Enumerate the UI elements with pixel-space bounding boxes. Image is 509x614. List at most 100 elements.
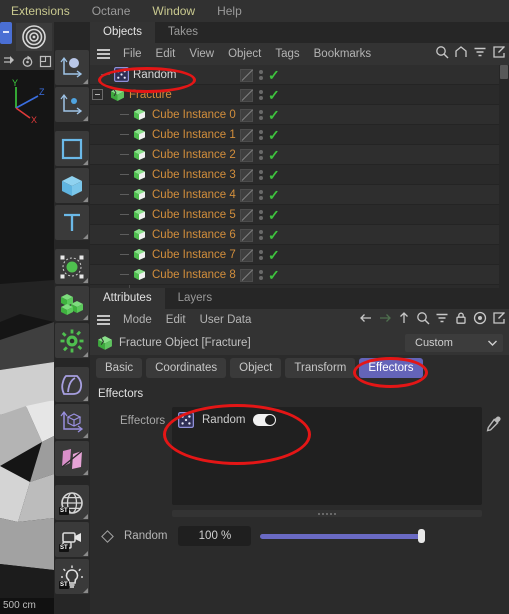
tab-transform[interactable]: Transform	[285, 357, 356, 378]
visibility-dots[interactable]	[258, 150, 263, 160]
enable-check-icon[interactable]: ✓	[268, 208, 280, 222]
target-icon[interactable]	[16, 23, 52, 51]
visibility-dots[interactable]	[258, 230, 263, 240]
menu-window[interactable]: Window	[141, 0, 206, 22]
record-icon[interactable]	[473, 311, 487, 330]
enable-check-icon[interactable]: ✓	[268, 68, 280, 82]
scale-tool-icon[interactable]	[36, 52, 54, 70]
table-row[interactable]: Cube Instance 5 ✓	[90, 205, 509, 225]
search-icon[interactable]	[416, 311, 430, 330]
objects-menu-view[interactable]: View	[182, 43, 221, 65]
visibility-dots[interactable]	[258, 190, 263, 200]
table-row[interactable]: Fracture ✓	[90, 85, 509, 105]
tool-deformer[interactable]	[55, 249, 89, 284]
visibility-dots[interactable]	[258, 90, 263, 100]
visibility-dots[interactable]	[258, 70, 263, 80]
layout-select[interactable]: Custom	[405, 334, 503, 352]
tag-icon[interactable]	[240, 268, 253, 282]
move-tool-icon[interactable]	[0, 52, 18, 70]
tool-spline-primitive[interactable]	[55, 131, 89, 166]
table-row[interactable]: Cube Instance 3 ✓	[90, 165, 509, 185]
tab-coordinates[interactable]: Coordinates	[146, 357, 227, 378]
menu-octane[interactable]: Octane	[81, 0, 142, 22]
back-arrow-icon[interactable]	[359, 311, 373, 330]
tag-icon[interactable]	[240, 108, 253, 122]
enable-check-icon[interactable]: ✓	[268, 128, 280, 142]
tab-object[interactable]: Object	[230, 357, 282, 378]
slider-handle[interactable]	[418, 529, 426, 543]
table-row[interactable]: Cube Instance 2 ✓	[90, 145, 509, 165]
visibility-dots[interactable]	[258, 110, 263, 120]
list-item[interactable]: Random	[172, 407, 482, 429]
objects-menu-file[interactable]: File	[116, 43, 149, 65]
objects-menu-object[interactable]: Object	[221, 43, 268, 65]
enable-check-icon[interactable]: ✓	[268, 168, 280, 182]
tag-icon[interactable]	[240, 168, 253, 182]
enable-check-icon[interactable]: ✓	[268, 228, 280, 242]
tab-effectors[interactable]: Effectors	[359, 357, 423, 378]
enable-check-icon[interactable]: ✓	[268, 88, 280, 102]
effectors-list-box[interactable]: Random	[172, 407, 482, 505]
viewport[interactable]: Y Z X 500 cm	[0, 22, 54, 614]
viewport-scene[interactable]: Y Z X 500 cm	[0, 70, 54, 614]
tool-cube-primitive[interactable]	[55, 168, 89, 203]
table-row[interactable]: Random ✓	[90, 65, 509, 85]
object-tree[interactable]: Random ✓ Fracture ✓ Cube Instance 0 ✓ Cu…	[90, 65, 509, 288]
enable-check-icon[interactable]: ✓	[268, 148, 280, 162]
tag-icon[interactable]	[240, 188, 253, 202]
enable-check-icon[interactable]: ✓	[268, 108, 280, 122]
visibility-dots[interactable]	[258, 130, 263, 140]
tool-environment[interactable]: ST	[55, 485, 89, 520]
tag-icon[interactable]	[240, 128, 253, 142]
tool-axis-cube[interactable]	[55, 404, 89, 439]
table-row[interactable]: Cube Instance 4 ✓	[90, 185, 509, 205]
tab-basic[interactable]: Basic	[96, 357, 143, 378]
forward-arrow-icon[interactable]	[378, 311, 392, 330]
tab-layers[interactable]: Layers	[165, 288, 226, 309]
visibility-dots[interactable]	[258, 170, 263, 180]
expand-collapse-toggle[interactable]	[92, 89, 103, 100]
resize-grip[interactable]	[172, 510, 482, 517]
open-external-icon[interactable]	[492, 45, 506, 64]
objects-hamburger-icon[interactable]	[90, 49, 116, 59]
tag-icon[interactable]	[240, 88, 253, 102]
enable-check-icon[interactable]: ✓	[268, 248, 280, 262]
tool-bend-deformer[interactable]	[55, 441, 89, 476]
tool-object-axis[interactable]	[55, 50, 89, 85]
objects-scrollbar[interactable]	[499, 65, 509, 288]
tag-icon[interactable]	[240, 148, 253, 162]
table-row[interactable]: Cube Instance 1 ✓	[90, 125, 509, 145]
tool-generator[interactable]	[55, 367, 89, 402]
tab-objects[interactable]: Objects	[90, 22, 155, 43]
table-row[interactable]: Cube Instance 0 ✓	[90, 105, 509, 125]
viewport-mode-badge[interactable]	[0, 22, 12, 44]
enable-check-icon[interactable]: ✓	[268, 268, 280, 282]
attributes-menu-edit[interactable]: Edit	[159, 309, 193, 331]
tool-camera[interactable]: ST	[55, 522, 89, 557]
tab-attributes[interactable]: Attributes	[90, 288, 165, 309]
table-row[interactable]: Cube Instance 8 ✓	[90, 265, 509, 285]
eyedropper-icon[interactable]	[485, 415, 503, 433]
random-value-input[interactable]: 100 %	[178, 526, 252, 546]
scrollbar-thumb[interactable]	[500, 65, 508, 79]
filter-icon[interactable]	[435, 311, 449, 330]
home-icon[interactable]	[454, 45, 468, 64]
table-row[interactable]: Cube Instance 7 ✓	[90, 245, 509, 265]
visibility-dots[interactable]	[258, 250, 263, 260]
filter-icon[interactable]	[473, 45, 487, 64]
tool-light[interactable]: ST	[55, 559, 89, 594]
random-slider[interactable]	[260, 526, 426, 546]
up-arrow-icon[interactable]	[397, 311, 411, 330]
tag-icon[interactable]	[240, 228, 253, 242]
attributes-menu-mode[interactable]: Mode	[116, 309, 159, 331]
effector-enable-toggle[interactable]	[253, 414, 277, 426]
visibility-dots[interactable]	[258, 270, 263, 280]
tag-icon[interactable]	[240, 248, 253, 262]
lock-icon[interactable]	[454, 311, 468, 330]
objects-menu-edit[interactable]: Edit	[149, 43, 183, 65]
rotate-tool-icon[interactable]	[18, 52, 36, 70]
open-external-icon[interactable]	[492, 311, 506, 330]
table-row[interactable]: Cube Instance 6 ✓	[90, 225, 509, 245]
attributes-hamburger-icon[interactable]	[90, 315, 116, 325]
menu-help[interactable]: Help	[206, 0, 253, 22]
